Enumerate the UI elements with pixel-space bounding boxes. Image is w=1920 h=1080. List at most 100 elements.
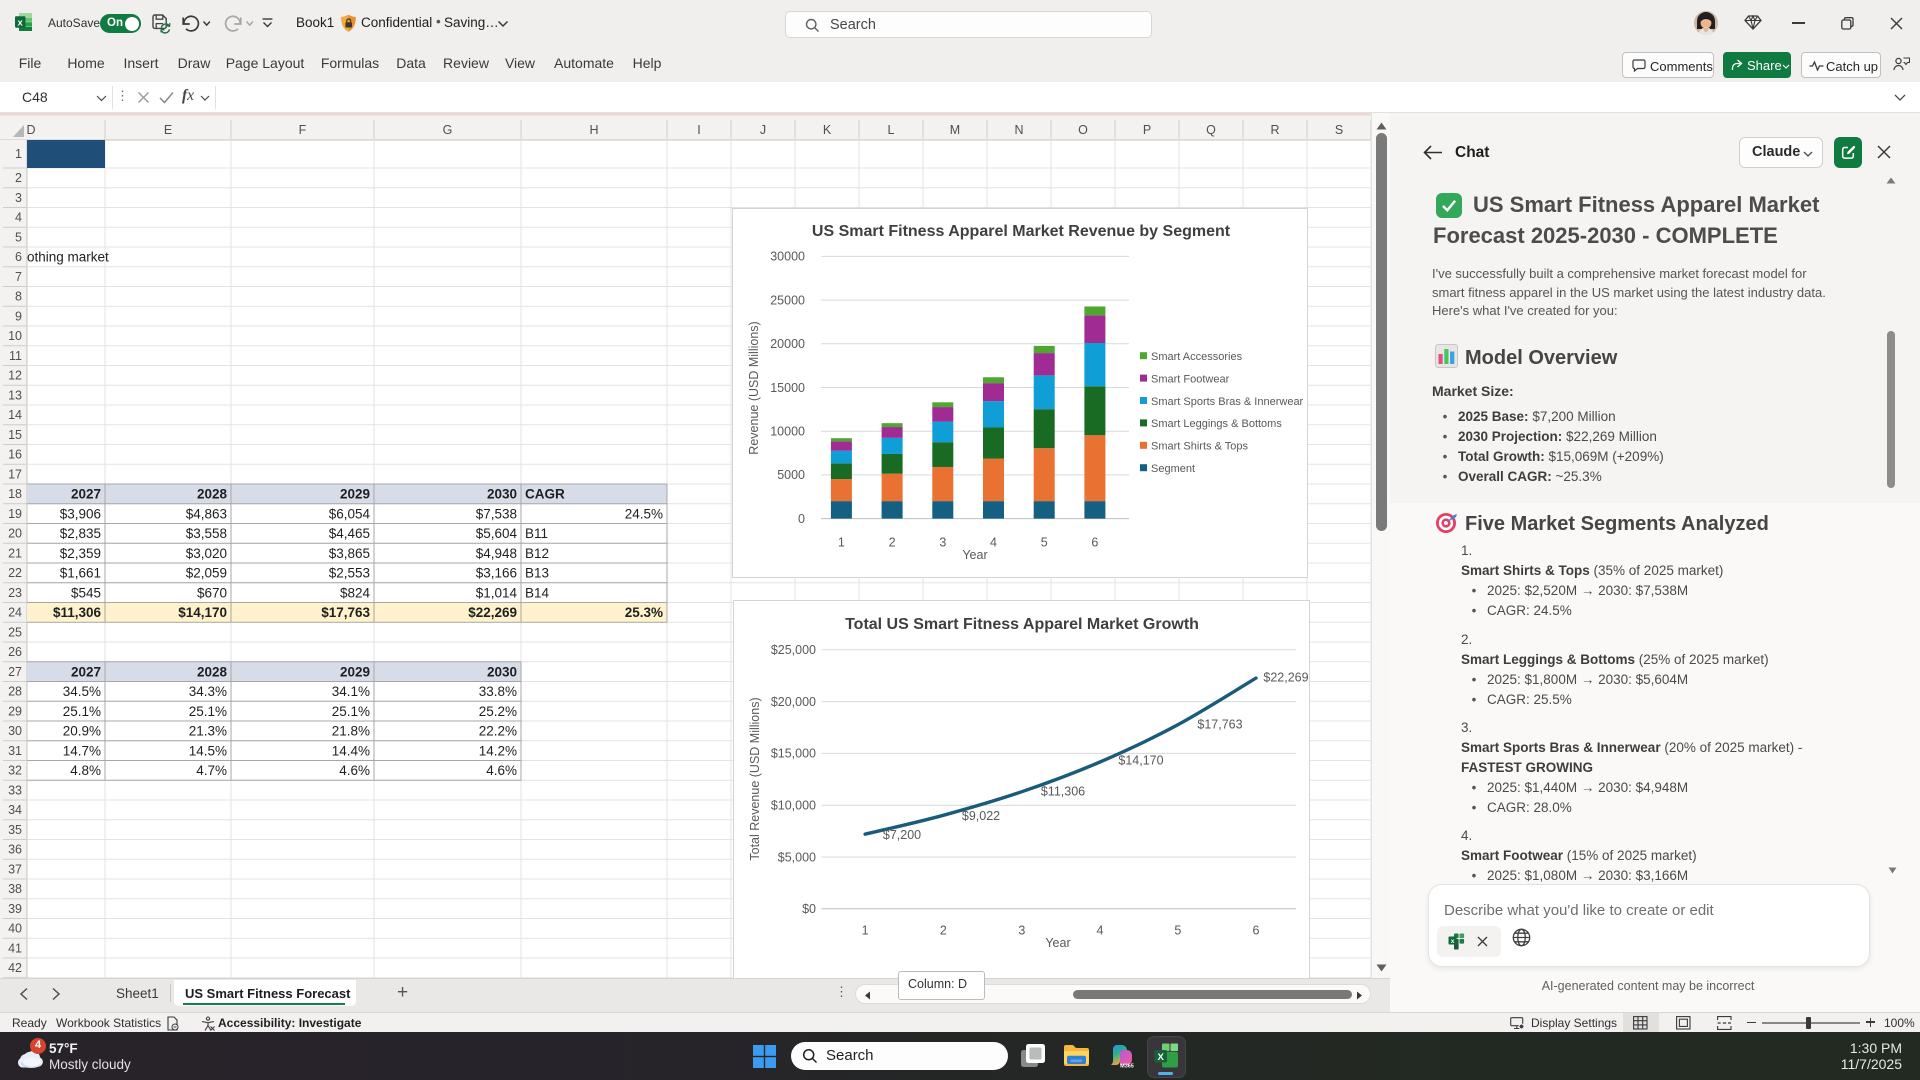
svg-text:6: 6 <box>1253 924 1260 938</box>
svg-text:$4,465: $4,465 <box>329 526 370 541</box>
svg-text:37: 37 <box>8 862 22 876</box>
svg-text:14.5%: 14.5% <box>189 743 227 758</box>
svg-text:34: 34 <box>8 803 22 817</box>
svg-text:D: D <box>26 123 35 137</box>
svg-text:B11: B11 <box>525 526 548 541</box>
svg-text:15000: 15000 <box>770 381 805 395</box>
svg-text:$3,166: $3,166 <box>476 566 517 581</box>
svg-text:5: 5 <box>1041 536 1048 550</box>
svg-text:3: 3 <box>1018 924 1025 938</box>
svg-text:5000: 5000 <box>777 468 805 482</box>
svg-text:M365: M365 <box>1120 1064 1134 1070</box>
svg-text:I: I <box>697 123 700 137</box>
svg-text:Revenue (USD Millions): Revenue (USD Millions) <box>747 321 761 454</box>
svg-text:25000: 25000 <box>770 293 805 307</box>
svg-text:2030: 2030 <box>487 664 517 679</box>
svg-text:28: 28 <box>8 685 22 699</box>
svg-text:Total US Smart Fitness Apparel: Total US Smart Fitness Apparel Market Gr… <box>845 616 1199 633</box>
svg-text:$17,763: $17,763 <box>321 605 370 620</box>
svg-text:33.8%: 33.8% <box>479 684 517 699</box>
svg-text:S: S <box>1335 123 1343 137</box>
svg-text:17: 17 <box>8 467 22 481</box>
svg-text:32: 32 <box>8 764 22 778</box>
svg-text:35: 35 <box>8 823 22 837</box>
svg-text:15: 15 <box>8 428 22 442</box>
svg-text:4.6%: 4.6% <box>339 763 370 778</box>
svg-text:25: 25 <box>8 625 22 639</box>
svg-text:Total Revenue (USD Millions): Total Revenue (USD Millions) <box>748 697 762 860</box>
svg-text:$824: $824 <box>340 585 371 600</box>
svg-text:E: E <box>164 123 172 137</box>
svg-text:K: K <box>823 123 832 137</box>
svg-text:21.3%: 21.3% <box>189 724 227 739</box>
svg-text:9: 9 <box>15 309 22 323</box>
svg-text:$11,306: $11,306 <box>53 605 102 620</box>
svg-text:34.3%: 34.3% <box>189 684 227 699</box>
svg-text:0: 0 <box>798 512 805 526</box>
svg-text:G: G <box>443 123 453 137</box>
svg-text:24: 24 <box>8 606 22 620</box>
svg-text:$545: $545 <box>71 585 101 600</box>
svg-text:$3,558: $3,558 <box>186 526 227 541</box>
svg-text:2: 2 <box>889 536 896 550</box>
svg-text:14: 14 <box>8 408 22 422</box>
svg-text:B14: B14 <box>525 585 550 600</box>
svg-text:30000: 30000 <box>770 250 805 264</box>
svg-text:26: 26 <box>8 645 22 659</box>
svg-text:O: O <box>1078 123 1088 137</box>
svg-text:25.1%: 25.1% <box>332 704 370 719</box>
svg-text:3: 3 <box>15 191 22 205</box>
svg-text:$3,906: $3,906 <box>60 506 101 521</box>
svg-text:$15,000: $15,000 <box>771 747 816 761</box>
svg-text:L: L <box>888 123 895 137</box>
svg-text:B13: B13 <box>525 566 549 581</box>
svg-text:$0: $0 <box>802 902 816 916</box>
svg-text:CAGR: CAGR <box>525 487 565 502</box>
svg-text:2027: 2027 <box>71 487 101 502</box>
svg-text:Smart Sports Bras & Innerwear: Smart Sports Bras & Innerwear <box>1151 396 1304 408</box>
svg-text:13: 13 <box>8 388 22 402</box>
svg-text:4.6%: 4.6% <box>486 763 517 778</box>
svg-text:2028: 2028 <box>197 664 228 679</box>
svg-text:Q: Q <box>1206 123 1216 137</box>
svg-text:$9,022: $9,022 <box>962 809 1000 823</box>
svg-text:$5,000: $5,000 <box>778 850 816 864</box>
svg-text:Smart Accessories: Smart Accessories <box>1151 351 1243 363</box>
svg-text:11: 11 <box>9 349 22 363</box>
svg-text:4: 4 <box>15 211 22 225</box>
svg-text:39: 39 <box>8 902 22 916</box>
svg-text:22.2%: 22.2% <box>479 724 517 739</box>
svg-text:M: M <box>950 123 960 137</box>
svg-text:25.1%: 25.1% <box>189 704 227 719</box>
svg-text:$4,948: $4,948 <box>476 546 517 561</box>
svg-text:40: 40 <box>8 922 22 936</box>
svg-text:8: 8 <box>15 290 22 304</box>
svg-text:24.5%: 24.5% <box>625 506 663 521</box>
svg-text:36: 36 <box>8 843 22 857</box>
svg-text:N: N <box>1014 123 1023 137</box>
svg-text:$2,059: $2,059 <box>186 566 227 581</box>
svg-text:4: 4 <box>1097 924 1104 938</box>
svg-text:$6,054: $6,054 <box>329 506 371 521</box>
svg-text:6: 6 <box>15 250 22 264</box>
svg-text:F: F <box>299 123 307 137</box>
svg-text:US Smart Fitness Apparel Marke: US Smart Fitness Apparel Market Revenue … <box>812 223 1231 240</box>
svg-text:25.3%: 25.3% <box>625 605 663 620</box>
svg-text:19: 19 <box>8 507 22 521</box>
svg-text:Smart Shirts & Tops: Smart Shirts & Tops <box>1151 441 1248 453</box>
svg-text:20.9%: 20.9% <box>63 724 101 739</box>
svg-text:7: 7 <box>15 270 22 284</box>
svg-text:22: 22 <box>8 566 22 580</box>
svg-text:Year: Year <box>1045 936 1070 950</box>
svg-text:20000: 20000 <box>770 337 805 351</box>
svg-text:10: 10 <box>8 329 22 343</box>
svg-text:$10,000: $10,000 <box>771 799 816 813</box>
svg-text:$7,538: $7,538 <box>476 506 517 521</box>
svg-text:34.1%: 34.1% <box>332 684 370 699</box>
svg-text:$2,835: $2,835 <box>60 526 101 541</box>
svg-text:29: 29 <box>8 704 22 718</box>
svg-text:Segment: Segment <box>1151 463 1195 475</box>
svg-text:$1,661: $1,661 <box>60 566 101 581</box>
svg-text:othing market: othing market <box>27 250 109 265</box>
svg-text:2: 2 <box>940 924 947 938</box>
